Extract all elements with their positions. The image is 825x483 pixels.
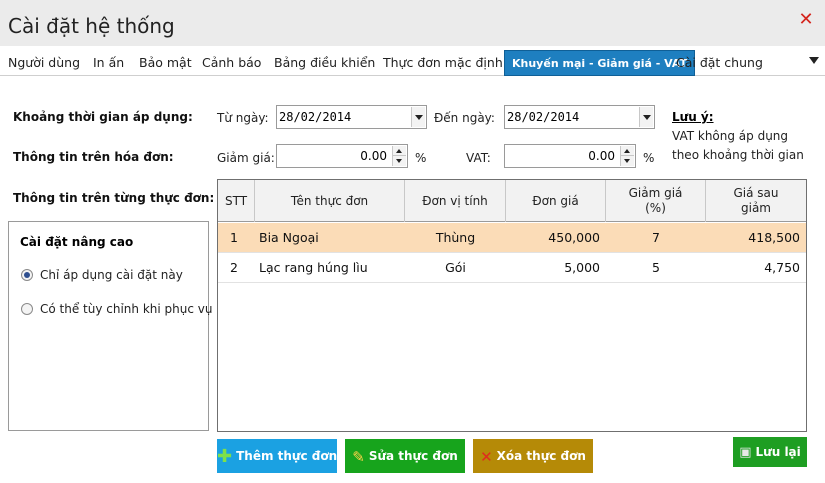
spin-down-icon[interactable] <box>393 156 406 166</box>
cell-discount: 5 <box>652 260 660 275</box>
cell-stt: 2 <box>230 260 238 275</box>
tab-security[interactable]: Bảo mật <box>139 50 192 76</box>
cell-unit: Gói <box>445 260 466 275</box>
header-unit[interactable]: Đơn vị tính <box>405 180 506 222</box>
discount-unit: % <box>415 151 427 165</box>
add-menu-label: Thêm thực đơn <box>236 449 338 463</box>
from-date-label: Từ ngày: <box>217 111 269 125</box>
discount-spinner <box>392 146 406 166</box>
cell-final-price: 418,500 <box>748 230 800 245</box>
chevron-down-icon[interactable] <box>809 57 819 64</box>
from-date-picker[interactable]: 28/02/2014 <box>276 105 427 129</box>
invoice-label: Thông tin trên hóa đơn: <box>13 150 174 164</box>
note-title: Lưu ý: <box>672 110 714 124</box>
cell-price: 5,000 <box>564 260 600 275</box>
from-date-value: 28/02/2014 <box>279 110 352 124</box>
spin-up-icon[interactable] <box>621 146 634 156</box>
to-date-value: 28/02/2014 <box>507 110 580 124</box>
tab-dashboard[interactable]: Bảng điều khiển <box>274 50 375 76</box>
header-final-price[interactable]: Giá sau giảm <box>706 180 806 222</box>
save-icon: ▣ <box>739 444 752 460</box>
vat-value: 0.00 <box>588 149 615 163</box>
cell-stt: 1 <box>230 230 238 245</box>
spin-up-icon[interactable] <box>393 146 406 156</box>
note-line-1: VAT không áp dụng <box>672 129 789 143</box>
save-button[interactable]: ▣ Lưu lại <box>733 437 807 467</box>
delete-menu-button[interactable]: ✕ Xóa thực đơn <box>473 439 593 473</box>
header-price[interactable]: Đơn giá <box>506 180 606 222</box>
radio-apply-only-this-label[interactable]: Chỉ áp dụng cài đặt này <box>40 268 183 282</box>
tab-users[interactable]: Người dùng <box>8 50 80 76</box>
header-stt[interactable]: STT <box>218 180 255 222</box>
cell-unit: Thùng <box>435 230 476 245</box>
table-header: STT Tên thực đơn Đơn vị tính Đơn giá Giả… <box>218 180 806 222</box>
tab-bar: Người dùng In ấn Bảo mật Cảnh báo Bảng đ… <box>0 50 825 76</box>
period-label: Khoảng thời gian áp dụng: <box>13 110 193 124</box>
chevron-down-icon[interactable] <box>639 107 653 127</box>
advanced-settings-title: Cài đặt nâng cao <box>20 235 134 249</box>
chevron-down-icon[interactable] <box>411 107 425 127</box>
radio-apply-only-this[interactable] <box>21 269 33 281</box>
table-row[interactable]: 1 Bia Ngoại Thùng 450,000 7 418,500 <box>218 223 806 253</box>
plus-icon: ✚ <box>217 445 233 467</box>
advanced-settings-panel: Cài đặt nâng cao Chỉ áp dụng cài đặt này… <box>8 221 212 431</box>
discount-value: 0.00 <box>360 149 387 163</box>
vat-unit: % <box>643 151 655 165</box>
discount-label: Giảm giá: <box>217 151 275 165</box>
header-menu-name[interactable]: Tên thực đơn <box>255 180 405 222</box>
close-icon[interactable]: ✕ <box>797 11 815 29</box>
per-menu-label: Thông tin trên từng thực đơn: <box>13 191 215 205</box>
cell-price: 450,000 <box>548 230 600 245</box>
cell-menu-name: Bia Ngoại <box>259 230 319 245</box>
tab-default-menu[interactable]: Thực đơn mặc định <box>383 50 503 76</box>
edit-menu-label: Sửa thực đơn <box>368 449 458 463</box>
to-date-label: Đến ngày: <box>434 111 495 125</box>
vat-input[interactable]: 0.00 <box>504 144 636 168</box>
table-row[interactable]: 2 Lạc rang húng lìu Gói 5,000 5 4,750 <box>218 253 806 283</box>
tab-alerts[interactable]: Cảnh báo <box>202 50 261 76</box>
to-date-picker[interactable]: 28/02/2014 <box>504 105 655 129</box>
radio-customize-when-serving[interactable] <box>21 303 33 315</box>
edit-menu-button[interactable]: ✎ Sửa thực đơn <box>345 439 465 473</box>
tab-printing[interactable]: In ấn <box>93 50 124 76</box>
spin-down-icon[interactable] <box>621 156 634 166</box>
discount-input[interactable]: 0.00 <box>276 144 408 168</box>
cell-final-price: 4,750 <box>764 260 800 275</box>
window-title: Cài đặt hệ thống <box>8 14 175 38</box>
title-bar: Cài đặt hệ thống ✕ <box>0 0 825 46</box>
tab-general-settings[interactable]: Cài đặt chung <box>676 50 763 76</box>
note-line-2: theo khoảng thời gian <box>672 148 804 162</box>
menu-discount-table: STT Tên thực đơn Đơn vị tính Đơn giá Giả… <box>217 179 807 432</box>
vat-label: VAT: <box>466 151 491 165</box>
save-label: Lưu lại <box>755 445 801 459</box>
pencil-icon: ✎ <box>352 447 365 466</box>
delete-x-icon: ✕ <box>480 447 493 466</box>
cell-discount: 7 <box>652 230 660 245</box>
header-discount[interactable]: Giảm giá (%) <box>606 180 706 222</box>
add-menu-button[interactable]: ✚ Thêm thực đơn <box>217 439 337 473</box>
cell-menu-name: Lạc rang húng lìu <box>259 260 368 275</box>
vat-spinner <box>620 146 634 166</box>
delete-menu-label: Xóa thực đơn <box>496 449 586 463</box>
radio-customize-when-serving-label[interactable]: Có thể tùy chỉnh khi phục vụ <box>40 302 212 316</box>
tab-promotion-discount-vat[interactable]: Khuyến mại - Giảm giá - VAT <box>504 50 696 76</box>
